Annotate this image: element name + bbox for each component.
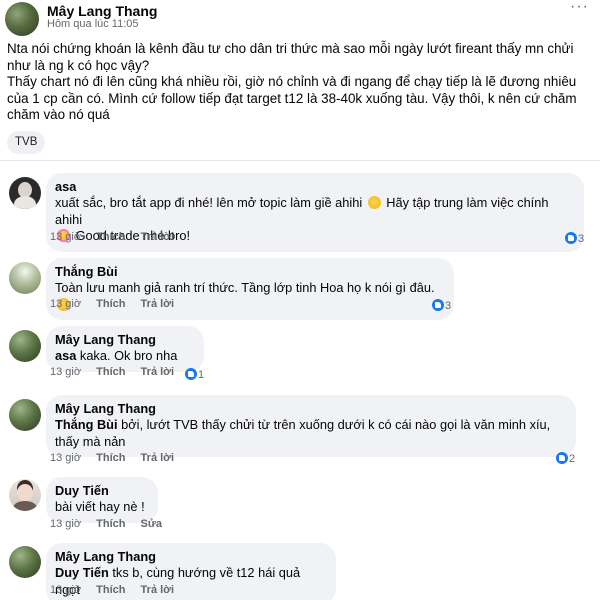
like-action[interactable]: Thích bbox=[96, 231, 125, 243]
comment-bubble: Duy Tiến bài viết hay nè ! bbox=[46, 477, 158, 523]
comment-meta: 13 giờ Thích Trả lời bbox=[50, 298, 186, 310]
comment-bubble: Thắng Bùi Toàn lưu manh giả ranh trí thứ… bbox=[46, 258, 454, 320]
comment-bubble: Mây Lang Thang Thắng Bùi bởi, lướt TVB t… bbox=[46, 395, 576, 457]
post-paragraph: Thấy chart nó đi lên cũng khá nhiều rồi,… bbox=[7, 74, 577, 122]
like-action[interactable]: Thích bbox=[96, 584, 125, 596]
reply-action[interactable]: Trả lời bbox=[141, 452, 175, 464]
commenter-avatar[interactable] bbox=[9, 262, 41, 294]
reaction-count[interactable]: 3 bbox=[432, 299, 451, 313]
reaction-number: 1 bbox=[198, 369, 205, 381]
comment-time[interactable]: 13 giờ bbox=[50, 366, 81, 378]
reaction-number: 3 bbox=[445, 300, 452, 312]
smirk-emoji-icon bbox=[367, 196, 381, 209]
divider bbox=[0, 160, 600, 161]
commenter-name[interactable]: Thắng Bùi bbox=[55, 264, 442, 280]
comment-time[interactable]: 13 giờ bbox=[50, 231, 81, 243]
comment-meta: 13 giờ Thích Trả lời bbox=[50, 452, 186, 464]
commenter-name[interactable]: Mây Lang Thang bbox=[55, 401, 564, 417]
author-avatar[interactable] bbox=[5, 2, 39, 36]
like-action[interactable]: Thích bbox=[96, 518, 125, 530]
reaction-count[interactable]: 2 bbox=[556, 452, 575, 466]
thumbs-up-icon bbox=[432, 299, 444, 311]
commenter-avatar[interactable] bbox=[9, 479, 41, 511]
reply-action[interactable]: Trả lời bbox=[141, 584, 175, 596]
comment-time[interactable]: 13 giờ bbox=[50, 298, 81, 310]
post-body: Nta nói chứng khoán là kênh đầu tư cho d… bbox=[7, 41, 595, 124]
post-paragraph: Nta nói chứng khoán là kênh đầu tư cho d… bbox=[7, 41, 574, 73]
comment-text: asa kaka. Ok bro nha bbox=[55, 348, 192, 365]
mention-tag[interactable]: Duy Tiến bbox=[55, 565, 109, 580]
mention-tag[interactable]: asa bbox=[55, 348, 76, 363]
commenter-name[interactable]: Mây Lang Thang bbox=[55, 332, 192, 348]
post-author-name[interactable]: Mây Lang Thang bbox=[47, 3, 157, 19]
comment-bubble: Mây Lang Thang asa kaka. Ok bro nha bbox=[46, 326, 204, 372]
commenter-avatar[interactable] bbox=[9, 399, 41, 431]
commenter-name[interactable]: asa bbox=[55, 179, 572, 195]
comment-meta: 13 giờ Thích Trả lời bbox=[50, 584, 186, 596]
reaction-number: 2 bbox=[569, 453, 576, 465]
comment-time[interactable]: 13 giờ bbox=[50, 518, 81, 530]
like-action[interactable]: Thích bbox=[96, 366, 125, 378]
comment-text-segment: Toàn lưu manh giả ranh trí thức. Tầng lớ… bbox=[55, 280, 435, 295]
comment-text-segment: xuất sắc, bro tắt app đi nhé! lên mở top… bbox=[55, 195, 363, 210]
reply-action[interactable]: Trả lời bbox=[141, 231, 175, 243]
commenter-avatar[interactable] bbox=[9, 177, 41, 209]
reply-action[interactable]: Trả lời bbox=[141, 298, 175, 310]
commenter-name[interactable]: Mây Lang Thang bbox=[55, 549, 324, 565]
thumbs-up-icon bbox=[556, 452, 568, 464]
comment-text-segment: bởi, lướt TVB thấy chửi từ trên xuống dư… bbox=[55, 417, 551, 449]
mention-tag[interactable]: Thắng Bùi bbox=[55, 417, 118, 432]
topic-tag-chip[interactable]: TVB bbox=[7, 131, 46, 154]
like-action[interactable]: Thích bbox=[96, 452, 125, 464]
commenter-name[interactable]: Duy Tiến bbox=[55, 483, 146, 499]
comment-text-segment: kaka. Ok bro nha bbox=[79, 348, 178, 363]
commenter-avatar[interactable] bbox=[9, 546, 41, 578]
reaction-count[interactable]: 1 bbox=[185, 368, 204, 382]
more-options-icon[interactable]: ··· bbox=[570, 0, 592, 18]
comment-meta: 13 giờ Thích Sửa bbox=[50, 518, 174, 530]
edit-action[interactable]: Sửa bbox=[141, 518, 162, 530]
commenter-avatar[interactable] bbox=[9, 330, 41, 362]
comment-text: bài viết hay nè ! bbox=[55, 499, 145, 514]
post-header: Mây Lang Thang Hôm qua lúc 11:05 ··· bbox=[0, 0, 600, 36]
thumbs-up-icon bbox=[185, 368, 197, 380]
like-action[interactable]: Thích bbox=[96, 298, 125, 310]
comment-meta: 13 giờ Thích Trả lời bbox=[50, 366, 186, 378]
comment-time[interactable]: 13 giờ bbox=[50, 584, 81, 596]
post-timestamp[interactable]: Hôm qua lúc 11:05 bbox=[47, 18, 139, 30]
thumbs-up-icon bbox=[565, 232, 577, 244]
comment-meta: 13 giờ Thích Trả lời bbox=[50, 231, 186, 243]
comment-time[interactable]: 13 giờ bbox=[50, 452, 81, 464]
reaction-number: 3 bbox=[578, 233, 585, 245]
comment-text: Thắng Bùi bởi, lướt TVB thấy chửi từ trê… bbox=[55, 417, 564, 450]
reaction-count[interactable]: 3 bbox=[565, 232, 584, 246]
reply-action[interactable]: Trả lời bbox=[141, 366, 175, 378]
